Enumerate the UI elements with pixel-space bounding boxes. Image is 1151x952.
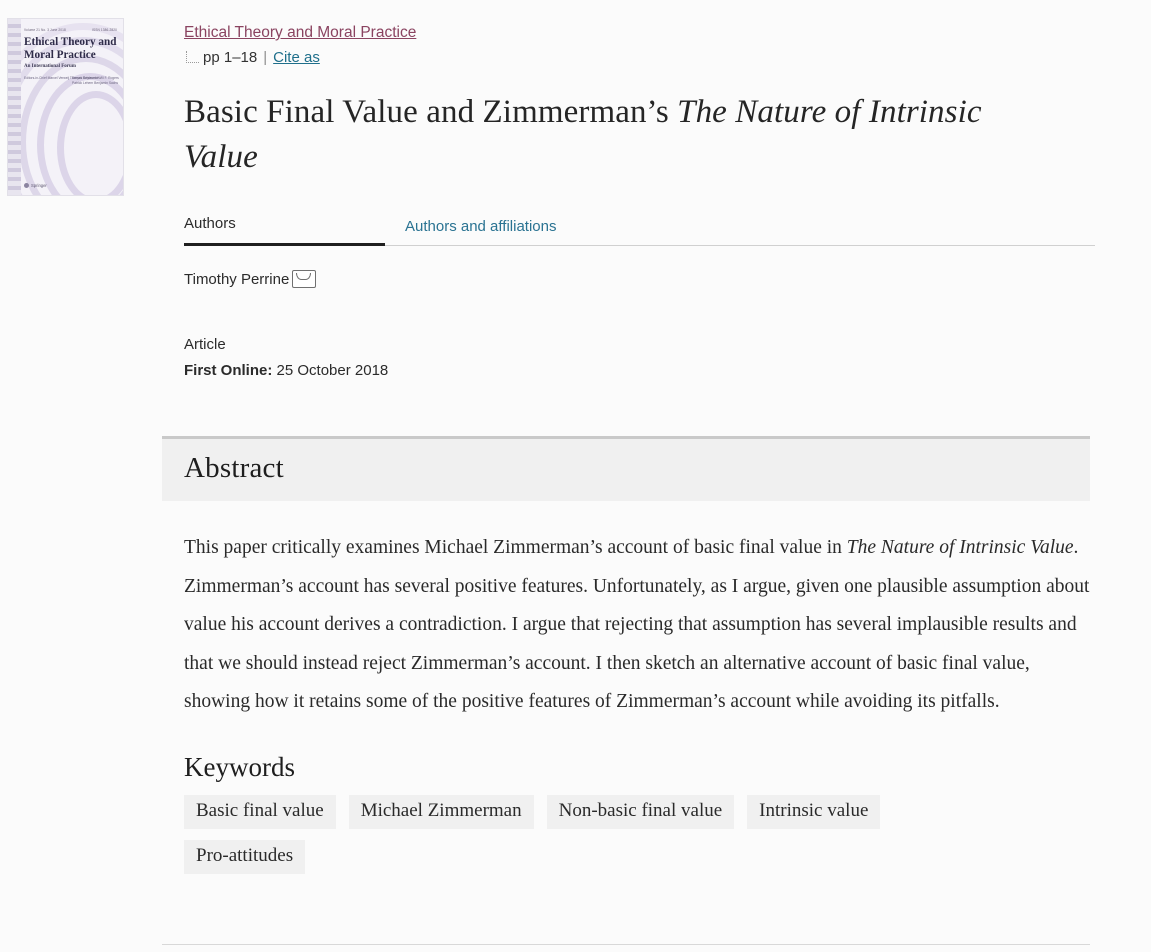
first-online-value: 25 October 2018	[276, 362, 389, 379]
springer-logo: Springer	[24, 183, 47, 188]
authors-row: Timothy Perrine	[184, 270, 1151, 288]
journal-cover-image: Volume 21 No. 3 June 2018 ISSN 1386-2820…	[7, 18, 124, 196]
first-online-label: First Online:	[184, 362, 273, 379]
keyword-tag[interactable]: Intrinsic value	[747, 794, 881, 829]
keyword-tag[interactable]: Basic final value	[184, 794, 336, 829]
tab-authors[interactable]: Authors	[184, 215, 385, 246]
cover-issn: ISSN 1386-2820	[92, 28, 117, 32]
breadcrumb-journal-link[interactable]: Ethical Theory and Moral Practice	[184, 24, 416, 41]
article-main-column: Ethical Theory and Moral Practice pp 1–1…	[162, 0, 1151, 874]
author-name: Timothy Perrine	[184, 270, 290, 288]
page-title: Basic Final Value and Zimmerman’s The Na…	[184, 90, 1014, 180]
cover-journal-subtitle: An International Forum	[24, 64, 76, 69]
keywords-heading: Keywords	[184, 751, 295, 782]
cover-issue-left: Volume 21 No. 3 June 2018	[24, 28, 66, 32]
article-title-plain: Basic Final Value and Zimmerman’s	[184, 94, 678, 130]
tree-branch-icon	[184, 51, 200, 68]
breadcrumb-second-line: pp 1–18 | Cite as	[184, 47, 1151, 68]
springer-logo-text: Springer	[31, 183, 47, 188]
article-type: Article	[184, 336, 226, 353]
abstract-heading: Abstract	[184, 452, 284, 484]
first-online-row: First Online: 25 October 2018	[184, 358, 1151, 384]
envelope-icon[interactable]	[292, 270, 317, 288]
cover-issue-line: Volume 21 No. 3 June 2018 ISSN 1386-2820	[24, 28, 117, 32]
keyword-tag[interactable]: Michael Zimmerman	[348, 794, 534, 829]
journal-cover-thumbnail[interactable]: Volume 21 No. 3 June 2018 ISSN 1386-2820…	[7, 18, 124, 196]
authors-tabs: Authors Authors and affiliations	[184, 214, 1095, 246]
cite-as-link[interactable]: Cite as	[273, 47, 320, 68]
keywords-list: Basic final value Michael Zimmerman Non-…	[184, 794, 984, 874]
cover-editors-right: Deryck Beyleveld Will F. Rogers Patrick …	[72, 76, 119, 85]
springer-logo-mark	[24, 183, 29, 188]
tab-authors-and-affiliations[interactable]: Authors and affiliations	[405, 218, 557, 246]
cover-journal-title: Ethical Theory and Moral Practice	[24, 36, 117, 61]
abstract-sentence-1: This paper critically examines Michael Z…	[184, 537, 847, 558]
breadcrumb-pages: pp 1–18	[203, 49, 258, 66]
breadcrumb-separator: |	[263, 49, 268, 66]
abstract-header-band: Abstract	[162, 436, 1090, 501]
cover-binding-stripes	[8, 19, 21, 195]
keyword-tag[interactable]: Pro-attitudes	[184, 839, 306, 874]
abstract-body: This paper critically examines Michael Z…	[184, 529, 1094, 722]
abstract-sentence-2: . Zimmerman’s account has several positi…	[184, 537, 1090, 712]
breadcrumb: Ethical Theory and Moral Practice pp 1–1…	[162, 0, 1151, 68]
article-meta: Article First Online: 25 October 2018	[184, 332, 1151, 384]
section-divider	[162, 944, 1090, 945]
abstract-book-title: The Nature of Intrinsic Value	[846, 537, 1074, 558]
keyword-tag[interactable]: Non-basic final value	[546, 794, 735, 829]
